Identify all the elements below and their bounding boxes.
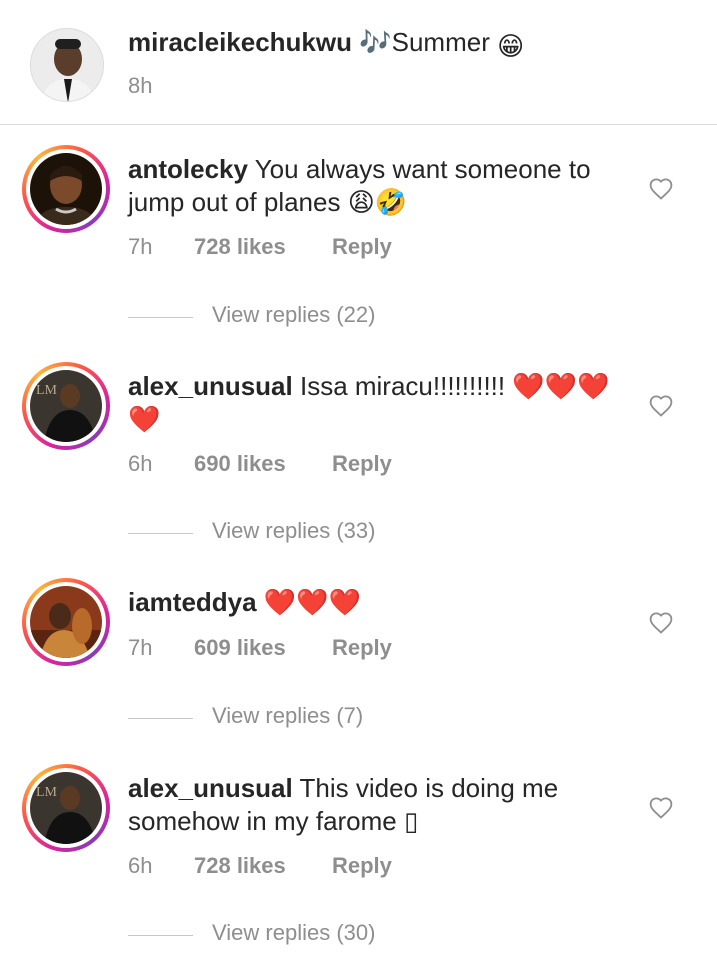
view-replies-label: View replies (30): [212, 920, 376, 945]
comment-meta: 6h 690 likes Reply: [128, 451, 392, 477]
view-replies-label: View replies (33): [212, 518, 376, 543]
divider-line: [128, 935, 193, 936]
music-emoji: 🎶: [359, 27, 392, 57]
heart-outline-icon[interactable]: [648, 796, 674, 820]
heart-outline-icon[interactable]: [648, 394, 674, 418]
comment-text-line2: ❤️: [128, 404, 161, 434]
heart-outline-icon[interactable]: [648, 611, 674, 635]
view-replies-button[interactable]: View replies (33): [128, 518, 428, 548]
view-replies-label: View replies (22): [212, 302, 376, 327]
divider-line: [128, 533, 193, 534]
likes-count[interactable]: 728 likes: [194, 853, 286, 879]
comment-time: 7h: [128, 635, 153, 660]
comment-body: You always want someone to: [254, 154, 591, 184]
comment-text-line1: antolecky You always want someone to: [128, 153, 591, 186]
caption-username[interactable]: miracleikechukwu: [128, 27, 352, 57]
divider-line: [128, 317, 193, 318]
comment-text-line2: jump out of planes 😩🤣: [128, 187, 408, 217]
likes-count[interactable]: 690 likes: [194, 451, 286, 477]
caption-body: Summer: [391, 27, 490, 57]
comment-meta: 7h 728 likes Reply: [128, 234, 392, 260]
comment-text-line1: alex_unusual This video is doing me: [128, 772, 558, 805]
comment-time: 6h: [128, 451, 153, 476]
comment-username[interactable]: antolecky: [128, 154, 248, 184]
reply-button[interactable]: Reply: [332, 451, 392, 477]
view-replies-label: View replies (7): [212, 703, 364, 728]
divider-line: [128, 718, 193, 719]
caption-time: 8h: [128, 73, 153, 98]
reply-button[interactable]: Reply: [332, 853, 392, 879]
heart-outline-icon[interactable]: [648, 177, 674, 201]
reply-button[interactable]: Reply: [332, 635, 392, 661]
likes-count[interactable]: 728 likes: [194, 234, 286, 260]
comment-text-line1: alex_unusual Issa miracu!!!!!!!!!! ❤️❤️❤…: [128, 370, 609, 403]
comment-username[interactable]: alex_unusual: [128, 773, 293, 803]
avatar: [30, 153, 102, 225]
view-replies-button[interactable]: View replies (22): [128, 302, 428, 332]
avatar: LM: [30, 370, 102, 442]
comment-username[interactable]: alex_unusual: [128, 371, 293, 401]
story-ring[interactable]: [22, 578, 110, 666]
avatar[interactable]: [30, 28, 104, 102]
comment-body: Issa miracu!!!!!!!!!! ❤️❤️❤️: [299, 371, 610, 401]
avatar: [30, 586, 102, 658]
story-ring[interactable]: LM: [22, 362, 110, 450]
comment-body: ❤️❤️❤️: [263, 587, 361, 617]
caption-text: miracleikechukwu 🎶Summer 😁: [128, 26, 524, 63]
grin-emoji: 😁: [497, 31, 525, 61]
post-caption: miracleikechukwu 🎶Summer 😁 8h: [0, 0, 717, 125]
svg-text:LM: LM: [36, 383, 58, 398]
comment-text-line1: iamteddya ❤️❤️❤️: [128, 586, 361, 619]
comment-username[interactable]: iamteddya: [128, 587, 257, 617]
comment-body: This video is doing me: [299, 773, 559, 803]
reply-button[interactable]: Reply: [332, 234, 392, 260]
view-replies-button[interactable]: View replies (30): [128, 920, 428, 950]
comment-meta: 6h 728 likes Reply: [128, 853, 392, 879]
likes-count[interactable]: 609 likes: [194, 635, 286, 661]
svg-text:LM: LM: [36, 785, 58, 800]
avatar: LM: [30, 772, 102, 844]
story-ring[interactable]: LM: [22, 764, 110, 852]
view-replies-button[interactable]: View replies (7): [128, 703, 428, 733]
comment-meta: 7h 609 likes Reply: [128, 635, 392, 661]
avatar-image: [31, 29, 103, 101]
comment-text-line2: somehow in my farome ▯: [128, 806, 419, 836]
story-ring[interactable]: [22, 145, 110, 233]
comment-time: 6h: [128, 853, 153, 878]
comment-time: 7h: [128, 234, 153, 259]
